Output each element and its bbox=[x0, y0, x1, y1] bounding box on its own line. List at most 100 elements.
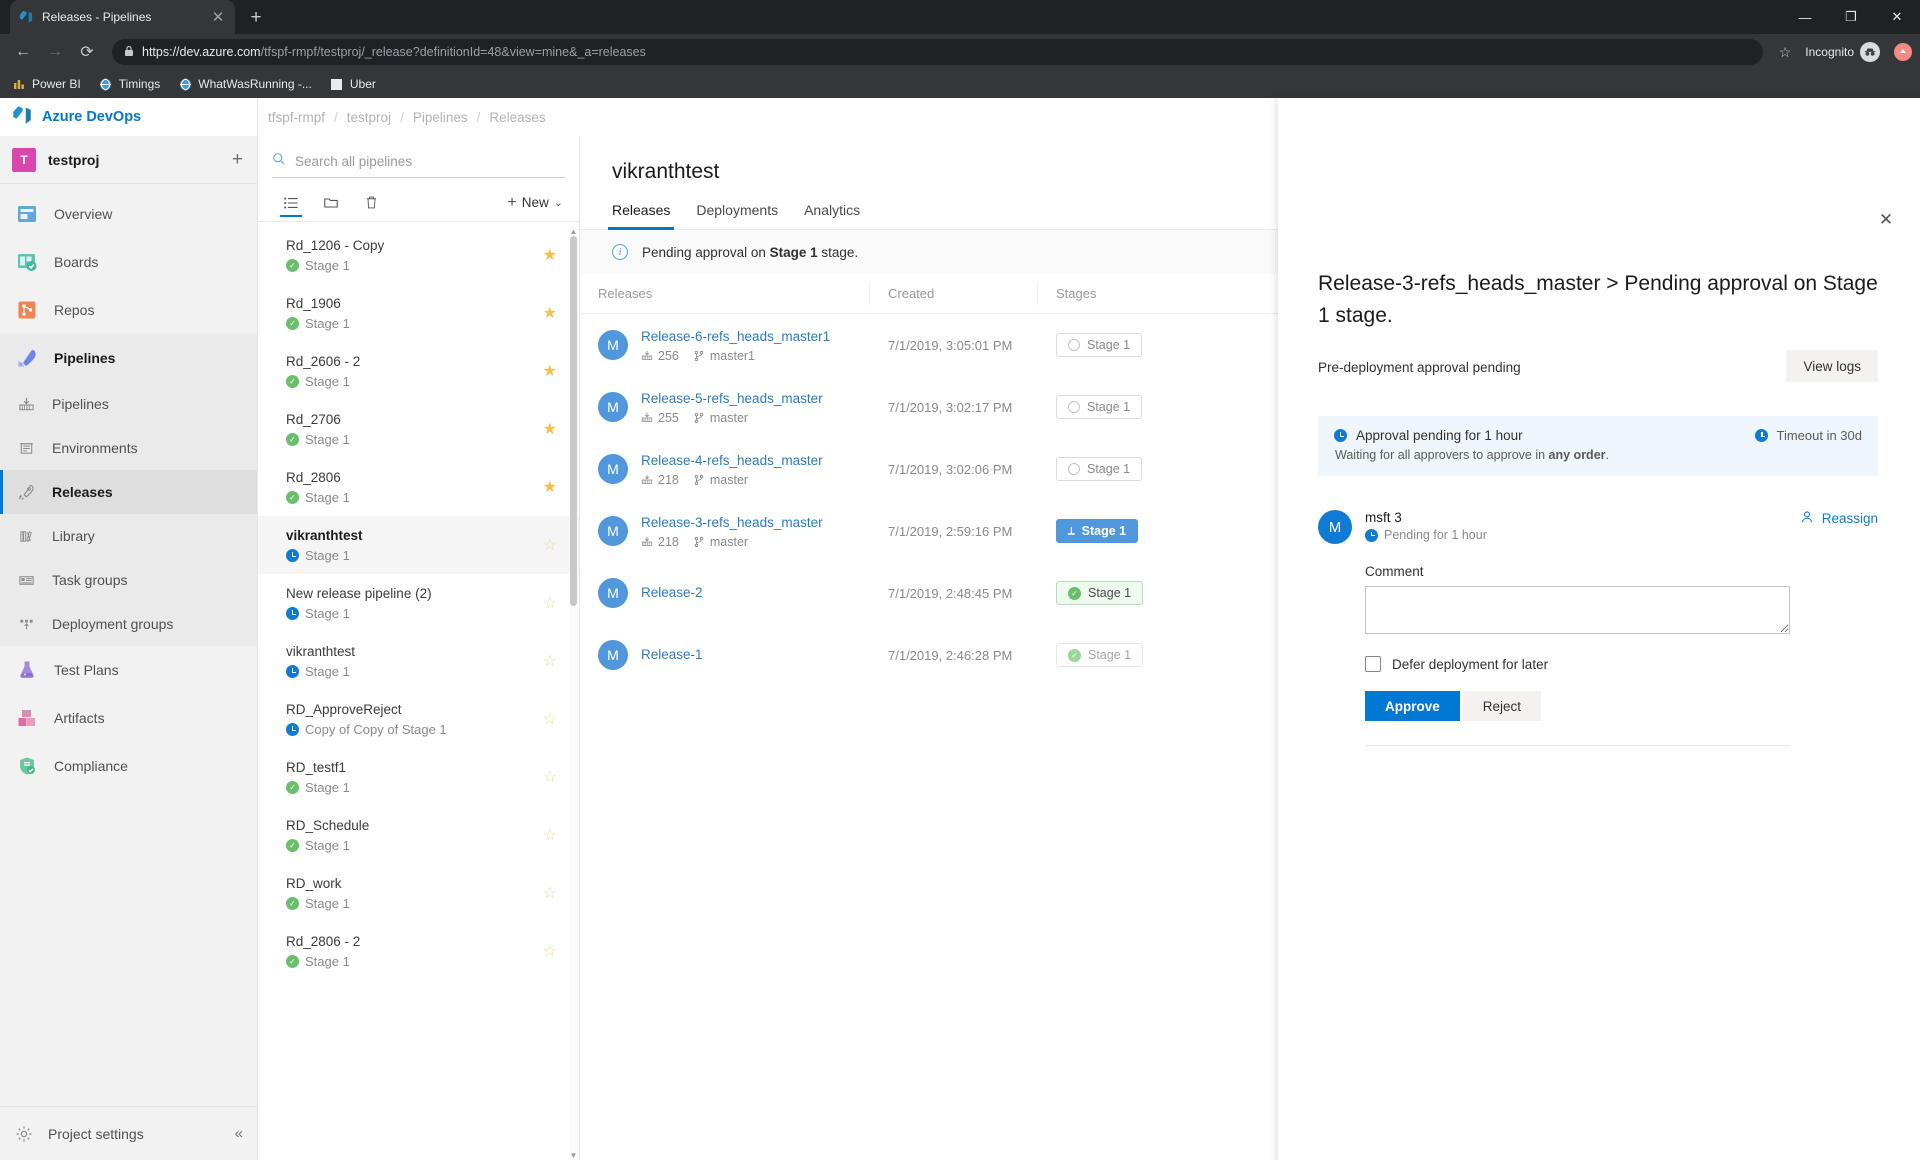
breadcrumb-item-org[interactable]: tfspf-rmpf bbox=[268, 110, 325, 125]
status-badge[interactable]: ✓ Stage 1 bbox=[1056, 581, 1144, 605]
minimize-icon[interactable]: — bbox=[1782, 0, 1828, 34]
approve-button[interactable]: Approve bbox=[1365, 691, 1460, 721]
favorite-star-icon[interactable]: ☆ bbox=[543, 883, 557, 903]
pipeline-stage: ✓ Stage 1 bbox=[286, 373, 565, 391]
pipeline-list-item[interactable]: Rd_1206 - Copy ✓ Stage 1 ★ bbox=[258, 226, 579, 284]
sidebar-item-compliance[interactable]: Compliance bbox=[0, 742, 257, 790]
scrollbar-thumb[interactable] bbox=[570, 236, 577, 606]
favorite-star-icon[interactable]: ☆ bbox=[543, 651, 557, 671]
delete-icon[interactable] bbox=[360, 190, 382, 216]
favorite-star-icon[interactable]: ★ bbox=[543, 477, 557, 497]
bookmark-uber[interactable]: Uber bbox=[330, 77, 376, 91]
pipeline-list-item[interactable]: New release pipeline (2) Stage 1 ☆ bbox=[258, 574, 579, 632]
release-link[interactable]: Release-3-refs_heads_master bbox=[641, 514, 823, 532]
favorite-star-icon[interactable]: ☆ bbox=[543, 825, 557, 845]
search-pipelines-field[interactable] bbox=[272, 146, 565, 178]
profile-avatar[interactable] bbox=[1894, 43, 1912, 61]
favorite-star-icon[interactable]: ☆ bbox=[543, 767, 557, 787]
defer-deployment-checkbox-row[interactable]: Defer deployment for later bbox=[1365, 656, 1878, 672]
favorite-star-icon[interactable]: ☆ bbox=[543, 535, 557, 555]
release-link[interactable]: Release-4-refs_heads_master bbox=[641, 452, 823, 470]
reject-button[interactable]: Reject bbox=[1462, 691, 1542, 721]
bookmark-power-bi[interactable]: Power BI bbox=[12, 77, 81, 91]
release-link[interactable]: Release-6-refs_heads_master1 bbox=[641, 328, 830, 346]
scroll-down-arrow-icon[interactable]: ▼ bbox=[569, 1150, 578, 1160]
scroll-up-arrow-icon[interactable]: ▲ bbox=[569, 226, 578, 236]
defer-deployment-checkbox[interactable] bbox=[1365, 656, 1381, 672]
project-selector[interactable]: T testproj + bbox=[0, 136, 257, 184]
collapse-nav-icon[interactable]: « bbox=[235, 1125, 243, 1142]
favorite-star-icon[interactable]: ☆ bbox=[543, 709, 557, 729]
release-link[interactable]: Release-2 bbox=[641, 584, 703, 602]
pipeline-list-item[interactable]: vikranthtest Stage 1 ☆ bbox=[258, 632, 579, 690]
boards-icon bbox=[14, 249, 40, 275]
browser-tab[interactable]: Releases - Pipelines ✕ bbox=[10, 0, 235, 34]
pipeline-list-item[interactable]: RD_work ✓ Stage 1 ☆ bbox=[258, 864, 579, 922]
favorite-star-icon[interactable]: ☆ bbox=[543, 593, 557, 613]
pipeline-list-item[interactable]: Rd_2706 ✓ Stage 1 ★ bbox=[258, 400, 579, 458]
favorite-star-icon[interactable]: ★ bbox=[543, 361, 557, 381]
project-settings-button[interactable]: Project settings « bbox=[0, 1106, 257, 1160]
breadcrumb-item-project[interactable]: testproj bbox=[347, 110, 391, 125]
incognito-indicator[interactable]: Incognito bbox=[1799, 42, 1886, 62]
tab-releases[interactable]: Releases bbox=[607, 202, 675, 230]
status-badge[interactable]: ⟂ Stage 1 bbox=[1056, 519, 1139, 543]
pipeline-list-item[interactable]: RD_ApproveReject Copy of Copy of Stage 1 ☆ bbox=[258, 690, 579, 748]
azure-devops-home-link[interactable]: Azure DevOps bbox=[0, 98, 257, 136]
reassign-button[interactable]: Reassign bbox=[1800, 510, 1878, 527]
search-input[interactable] bbox=[295, 154, 565, 169]
back-icon[interactable]: ← bbox=[8, 37, 38, 67]
new-pipeline-button[interactable]: + New ⌄ bbox=[507, 194, 569, 212]
pipeline-list-item[interactable]: Rd_2806 - 2 ✓ Stage 1 ☆ bbox=[258, 922, 579, 980]
sidebar-item-repos[interactable]: Repos bbox=[0, 286, 257, 334]
close-icon[interactable]: ✕ bbox=[1874, 208, 1898, 232]
sidebar-item-environments[interactable]: Environments bbox=[0, 426, 257, 470]
sidebar-item-pipelines[interactable]: Pipelines bbox=[0, 382, 257, 426]
comment-input[interactable] bbox=[1365, 586, 1790, 634]
release-link[interactable]: Release-1 bbox=[641, 646, 703, 664]
tab-analytics[interactable]: Analytics bbox=[804, 202, 860, 229]
status-badge[interactable]: ✓ Stage 1 bbox=[1056, 643, 1144, 667]
view-logs-button[interactable]: View logs bbox=[1786, 350, 1878, 382]
sidebar-item-pipelines-group[interactable]: Pipelines bbox=[0, 334, 257, 382]
sidebar-item-task-groups[interactable]: Task groups bbox=[0, 558, 257, 602]
sidebar-item-test-plans[interactable]: Test Plans bbox=[0, 646, 257, 694]
address-bar[interactable]: https://dev.azure.com/tfspf-rmpf/testpro… bbox=[112, 39, 1763, 65]
bookmark-timings[interactable]: Timings bbox=[99, 77, 160, 91]
release-link[interactable]: Release-5-refs_heads_master bbox=[641, 390, 823, 408]
bookmark-whatwasrunning[interactable]: WhatWasRunning -... bbox=[178, 77, 312, 91]
favorite-star-icon[interactable]: ☆ bbox=[543, 941, 557, 961]
breadcrumb-item-releases[interactable]: Releases bbox=[489, 110, 545, 125]
status-badge[interactable]: Stage 1 bbox=[1056, 457, 1143, 481]
pipeline-list-item[interactable]: RD_Schedule ✓ Stage 1 ☆ bbox=[258, 806, 579, 864]
pipeline-list-item[interactable]: Rd_2806 ✓ Stage 1 ★ bbox=[258, 458, 579, 516]
tab-close-icon[interactable]: ✕ bbox=[209, 8, 227, 26]
pipeline-list-item[interactable]: Rd_1906 ✓ Stage 1 ★ bbox=[258, 284, 579, 342]
sidebar-item-artifacts[interactable]: Artifacts bbox=[0, 694, 257, 742]
status-badge[interactable]: Stage 1 bbox=[1056, 395, 1143, 419]
pipelines-scrollbar[interactable]: ▲ ▼ bbox=[569, 226, 578, 1160]
favorite-star-icon[interactable]: ★ bbox=[543, 245, 557, 265]
pipeline-list-item[interactable]: RD_testf1 ✓ Stage 1 ☆ bbox=[258, 748, 579, 806]
pipeline-list-item[interactable]: Rd_2606 - 2 ✓ Stage 1 ★ bbox=[258, 342, 579, 400]
favorite-star-icon[interactable]: ★ bbox=[543, 419, 557, 439]
tab-deployments[interactable]: Deployments bbox=[696, 202, 778, 229]
bookmark-star-icon[interactable]: ☆ bbox=[1773, 44, 1798, 61]
sidebar-item-library[interactable]: Library bbox=[0, 514, 257, 558]
add-icon[interactable]: + bbox=[232, 150, 243, 169]
folder-icon[interactable] bbox=[320, 190, 342, 216]
sidebar-item-deployment-groups[interactable]: Deployment groups bbox=[0, 602, 257, 646]
pipeline-list-item[interactable]: vikranthtest Stage 1 ☆ bbox=[258, 516, 579, 574]
list-view-icon[interactable] bbox=[280, 190, 302, 217]
favorite-star-icon[interactable]: ★ bbox=[543, 303, 557, 323]
window-close-icon[interactable]: ✕ bbox=[1874, 0, 1920, 34]
forward-icon[interactable]: → bbox=[40, 37, 70, 67]
sidebar-item-releases[interactable]: Releases bbox=[0, 470, 257, 514]
breadcrumb-item-pipelines[interactable]: Pipelines bbox=[413, 110, 468, 125]
sidebar-item-boards[interactable]: Boards bbox=[0, 238, 257, 286]
sidebar-item-overview[interactable]: Overview bbox=[0, 190, 257, 238]
reload-icon[interactable]: ⟳ bbox=[72, 37, 102, 67]
new-tab-button[interactable]: + bbox=[247, 8, 265, 27]
status-badge[interactable]: Stage 1 bbox=[1056, 333, 1143, 357]
maximize-icon[interactable]: ❐ bbox=[1828, 0, 1874, 34]
